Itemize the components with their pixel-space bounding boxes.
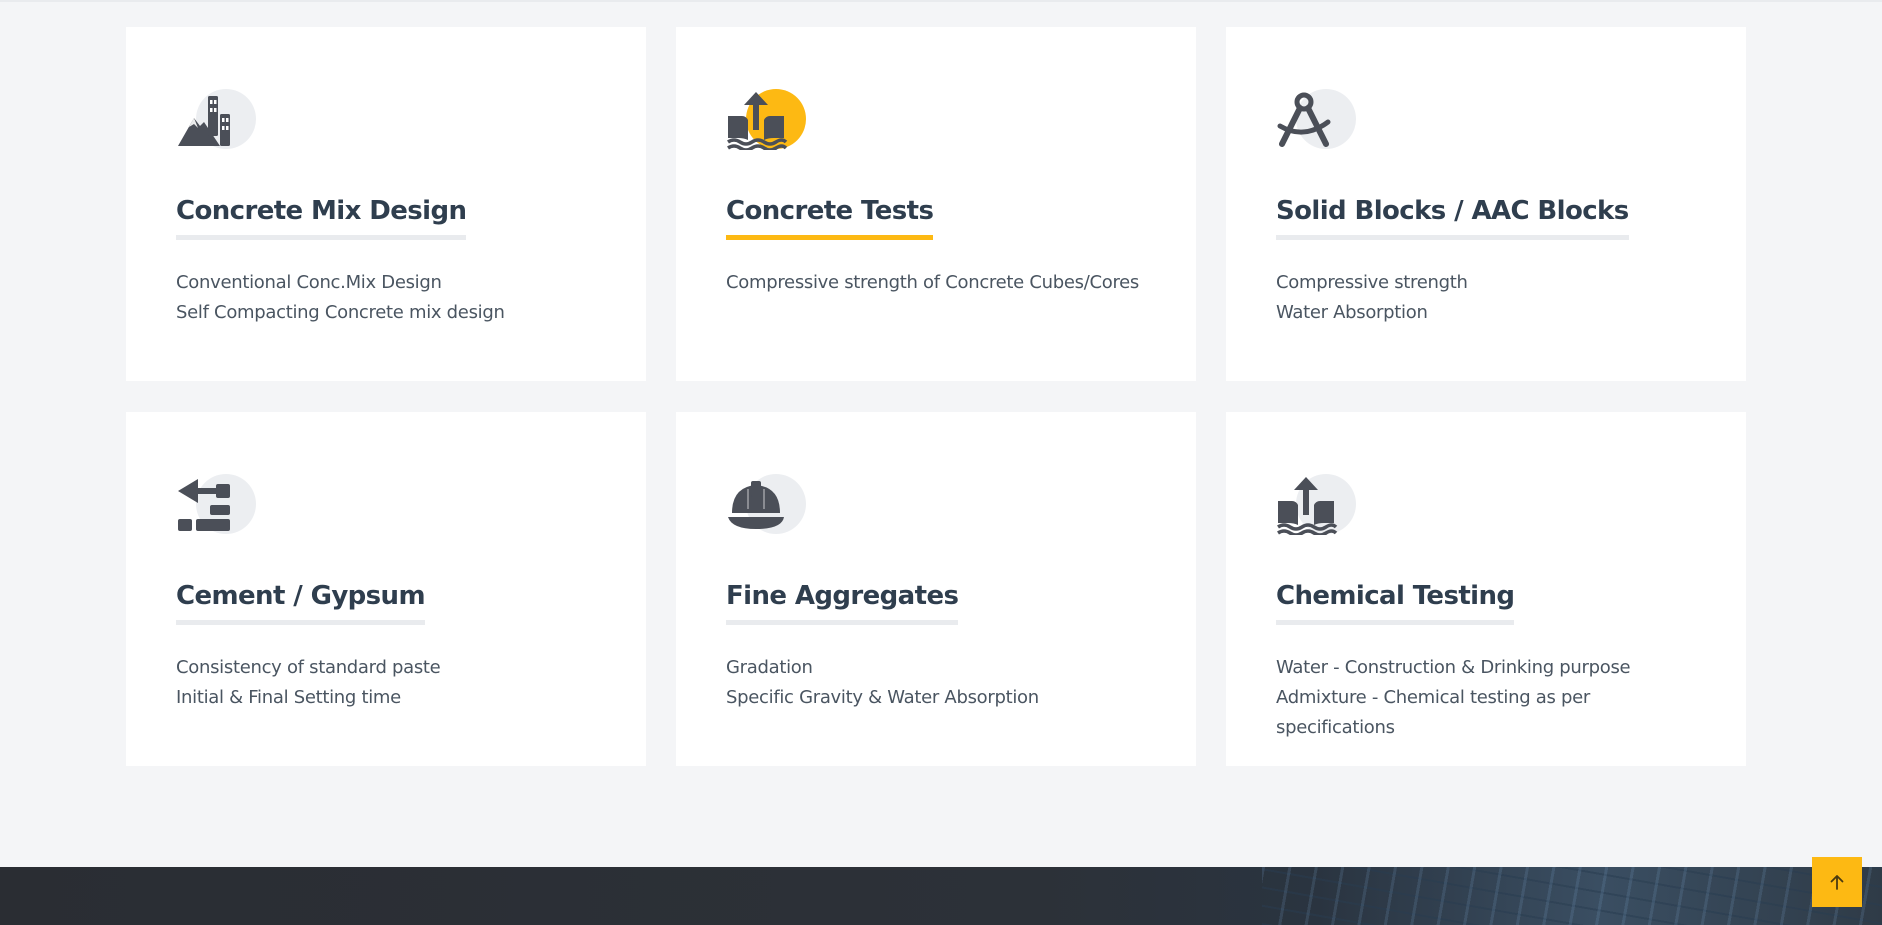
arrow-up-icon: [1830, 875, 1844, 890]
service-title: Cement / Gypsum: [176, 580, 426, 625]
service-detail-line: Specific Gravity & Water Absorption: [726, 687, 1039, 708]
service-icon-wrap: [1276, 88, 1356, 150]
service-card-chemical-testing[interactable]: Chemical Testing Water - Construction & …: [1226, 412, 1746, 766]
service-details: Compressive strength of Concrete Cubes/C…: [726, 268, 1146, 298]
service-detail-line: Consistency of standard paste: [176, 657, 441, 678]
mountain-city-icon: [178, 96, 230, 146]
service-card-concrete-mix-design[interactable]: Concrete Mix Design Conventional Conc.Mi…: [126, 27, 646, 381]
service-icon-wrap: [176, 473, 256, 535]
service-title: Solid Blocks / AAC Blocks: [1276, 195, 1629, 240]
service-card-fine-aggregates[interactable]: Fine Aggregates Gradation Specific Gravi…: [676, 412, 1196, 766]
service-card-concrete-tests[interactable]: Concrete Tests Compressive strength of C…: [676, 27, 1196, 381]
service-details: Conventional Conc.Mix Design Self Compac…: [176, 268, 596, 328]
compass-drafting-icon: [1277, 92, 1331, 147]
service-detail-line: Water Absorption: [1276, 302, 1428, 323]
service-detail-line: Gradation: [726, 657, 813, 678]
service-detail-line: Conventional Conc.Mix Design: [176, 272, 442, 293]
services-grid: Concrete Mix Design Conventional Conc.Mi…: [126, 27, 1746, 766]
service-detail-line: Water - Construction & Drinking purpose: [1276, 657, 1631, 678]
service-details: Compressive strength Water Absorption: [1276, 268, 1696, 328]
service-detail-line: Admixture - Chemical testing as per spec…: [1276, 687, 1590, 738]
service-title: Fine Aggregates: [726, 580, 959, 625]
service-card-cement-gypsum[interactable]: Cement / Gypsum Consistency of standard …: [126, 412, 646, 766]
service-detail-line: Compressive strength of Concrete Cubes/C…: [726, 272, 1140, 293]
service-icon-wrap: [726, 88, 806, 150]
service-details: Gradation Specific Gravity & Water Absor…: [726, 653, 1146, 713]
helmet-icon: [728, 481, 784, 529]
footer-band: [0, 867, 1882, 925]
scroll-to-top-button[interactable]: [1812, 857, 1862, 907]
service-detail-line: Self Compacting Concrete mix design: [176, 302, 505, 323]
top-divider: [0, 0, 1882, 2]
service-title: Concrete Mix Design: [176, 195, 467, 240]
service-details: Water - Construction & Drinking purpose …: [1276, 653, 1696, 743]
footer-background-image: [1262, 867, 1882, 925]
flood-upload-icon: [1277, 477, 1338, 535]
service-icon-wrap: [176, 88, 256, 150]
service-icon-wrap: [1276, 473, 1356, 535]
flood-upload-icon: [727, 92, 788, 150]
service-title: Chemical Testing: [1276, 580, 1515, 625]
service-detail-line: Initial & Final Setting time: [176, 687, 401, 708]
service-icon-wrap: [726, 473, 806, 535]
service-details: Consistency of standard paste Initial & …: [176, 653, 596, 713]
service-detail-line: Compressive strength: [1276, 272, 1468, 293]
service-card-solid-blocks[interactable]: Solid Blocks / AAC Blocks Compressive st…: [1226, 27, 1746, 381]
service-title: Concrete Tests: [726, 195, 934, 240]
trowel-bricks-icon: [178, 479, 230, 531]
